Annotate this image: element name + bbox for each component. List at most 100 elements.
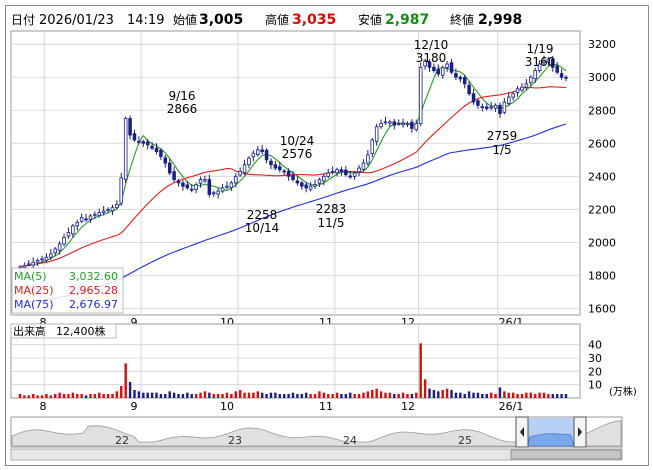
candle-body-up <box>251 152 256 158</box>
candle-body-up <box>49 253 53 258</box>
nav-year-22: 22 <box>115 434 129 447</box>
candle-body-up <box>97 212 102 217</box>
volume-bar <box>494 394 497 398</box>
volume-bar <box>371 390 374 398</box>
volume-bar <box>551 394 555 398</box>
date-label: 日付 <box>11 13 35 27</box>
volume-tick-label: 40 <box>588 339 602 352</box>
volume-bar <box>450 390 453 398</box>
annotation-date: 10/24 <box>280 134 315 148</box>
volume-unit: (万株) <box>609 385 637 398</box>
candle-body-down <box>189 188 194 191</box>
volume-bar <box>362 392 365 398</box>
volume-bar <box>507 392 510 398</box>
volume-bar <box>437 391 440 398</box>
candle-body-up <box>225 185 229 188</box>
candle-body-up <box>506 96 511 104</box>
navigator-scroll-thumb[interactable] <box>510 449 622 460</box>
volume-bar <box>260 392 264 398</box>
candle-body-down <box>181 182 185 187</box>
volume-bar <box>190 394 193 398</box>
ma25-label: MA(25) <box>14 284 54 297</box>
candle-body-up <box>529 76 533 83</box>
annotation-value: 2866 <box>167 102 198 116</box>
volume-bar <box>137 391 141 398</box>
annotation-value: 2576 <box>282 147 313 161</box>
volume-bar <box>150 392 154 398</box>
navigator-right-handle[interactable] <box>573 416 587 448</box>
volume-bar <box>340 394 343 398</box>
candle-body-up <box>520 86 524 91</box>
volume-bar <box>265 394 268 398</box>
candle-body-up <box>66 232 71 237</box>
volume-bar <box>278 394 282 398</box>
volume-bar <box>410 394 414 398</box>
volume-bar <box>300 394 304 398</box>
candle-body-down <box>132 133 137 141</box>
volume-bar <box>529 392 532 398</box>
volume-bar <box>269 392 273 398</box>
volume-bar <box>406 394 409 398</box>
ma5-value: 3,032.60 <box>69 270 118 283</box>
volume-bar <box>533 394 537 398</box>
volume-bar <box>432 390 436 398</box>
candle-body-up <box>357 167 361 173</box>
volume-bar <box>516 394 519 398</box>
price-tick-label: 1800 <box>588 269 616 282</box>
candle-body-down <box>84 218 88 221</box>
price-tick-label: 2600 <box>588 137 616 150</box>
volume-bar <box>216 394 220 398</box>
candle-body-down <box>564 76 568 79</box>
volume-month-label: 26/1 <box>499 400 524 413</box>
candle <box>119 173 124 206</box>
candle-body-down <box>150 145 154 149</box>
annotation-value: 2759 <box>487 129 518 143</box>
low-value: 2,987 <box>385 12 429 28</box>
volume-bar <box>296 394 299 398</box>
volume-bar <box>93 394 97 398</box>
volume-bar <box>498 387 502 398</box>
candle-body-down <box>291 174 295 181</box>
volume-bar <box>291 392 295 398</box>
candle-body-down <box>176 180 181 184</box>
volume-bar <box>349 392 352 398</box>
volume-tick-label: 20 <box>588 365 602 378</box>
volume-bar <box>67 394 70 398</box>
candle-body-up <box>101 210 106 214</box>
candle-body-down <box>471 93 476 103</box>
candle-body-up <box>317 179 322 184</box>
candle-body-up <box>533 70 537 79</box>
navigator-left-handle[interactable] <box>515 416 529 448</box>
volume-bar <box>366 391 370 398</box>
volume-bar <box>208 392 211 398</box>
ma-legend: MA(5) 3,032.60 MA(25) 2,965.28 MA(75) 2,… <box>11 267 124 314</box>
candle-body-up <box>220 187 225 192</box>
volume-bar <box>172 392 176 398</box>
candle-body-up <box>216 190 220 195</box>
volume-bar <box>128 382 132 398</box>
volume-bar <box>542 392 546 398</box>
volume-bar <box>256 391 259 398</box>
volume-bar <box>234 391 237 398</box>
volume-bar <box>124 363 127 398</box>
volume-bar <box>388 392 392 398</box>
candle-body-down <box>137 140 141 143</box>
candle-body-up <box>330 170 335 173</box>
volume-bar <box>40 395 44 398</box>
volume-month-label: 11 <box>319 400 333 413</box>
high-value: 3,035 <box>292 12 336 28</box>
candle-body-up <box>62 236 66 245</box>
open-value: 3,005 <box>199 12 243 28</box>
candle-body-up <box>53 248 57 253</box>
candle-body-down <box>462 77 467 85</box>
volume-bar <box>71 392 75 398</box>
annotation-date: 1/19 <box>527 42 554 56</box>
volume-bar <box>463 394 466 398</box>
candle-body-up <box>405 123 410 125</box>
candle-body-up <box>203 179 207 182</box>
candle-body-down <box>300 182 304 187</box>
high-label: 高値 <box>265 12 289 27</box>
volume-bar <box>212 394 215 398</box>
candle-body-down <box>304 184 308 189</box>
volume-bar <box>489 392 493 398</box>
